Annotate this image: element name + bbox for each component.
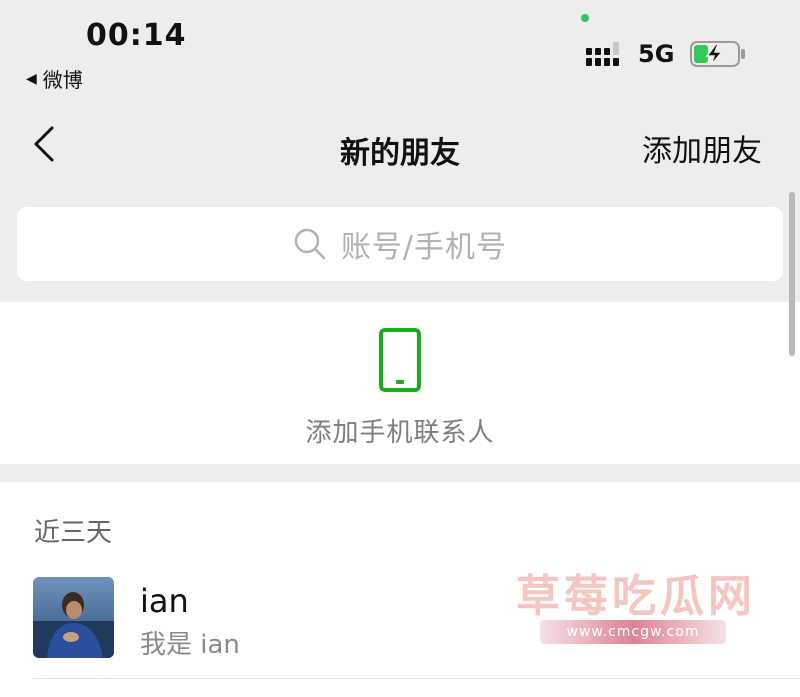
watermark-title: 草莓吃瓜网 — [516, 571, 756, 622]
friend-request-message: 我是 ian — [140, 630, 240, 660]
status-time: 00:14 — [86, 18, 187, 53]
search-input[interactable]: 账号/手机号 — [17, 207, 783, 281]
status-bar: 00:14 ◀ 微博 5G — [0, 0, 800, 100]
nav-bar: 新的朋友 添加朋友 — [0, 110, 800, 180]
avatar — [33, 577, 114, 658]
row-divider — [33, 678, 800, 679]
network-type: 5G — [638, 40, 675, 68]
search-icon — [294, 228, 326, 260]
add-phone-contacts-label: 添加手机联系人 — [305, 418, 495, 448]
back-triangle-icon: ◀ — [26, 70, 37, 87]
camera-indicator-icon — [581, 14, 589, 22]
add-phone-contacts-button[interactable]: 添加手机联系人 — [0, 302, 800, 464]
battery-charging-icon — [690, 41, 745, 67]
signal-strength-icon — [586, 42, 619, 66]
scrollbar[interactable] — [789, 192, 795, 356]
back-app-label: 微博 — [42, 68, 83, 92]
recent-section-header: 近三天 — [34, 518, 113, 548]
watermark-url: www.cmcgw.com — [540, 620, 726, 644]
add-friend-button[interactable]: 添加朋友 — [642, 126, 762, 170]
friend-name: ian — [140, 582, 189, 620]
search-placeholder: 账号/手机号 — [340, 230, 508, 265]
back-to-app-link[interactable]: ◀ 微博 — [26, 64, 83, 93]
phone-icon — [379, 328, 421, 392]
